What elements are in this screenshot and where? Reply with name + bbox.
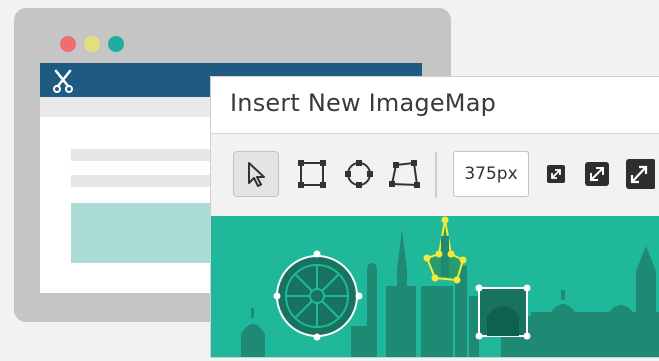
imagemap-canvas[interactable]	[211, 216, 659, 357]
city-skyline-image	[211, 216, 659, 357]
expand-medium-icon	[585, 162, 609, 186]
placeholder-text-line	[71, 175, 221, 187]
rectangle-icon	[298, 160, 326, 188]
expand-large-button[interactable]	[621, 151, 659, 197]
toolbar-separator	[435, 152, 437, 198]
dialog-title: Insert New ImageMap	[230, 89, 497, 117]
expand-small-icon	[547, 165, 565, 183]
minimize-dot[interactable]	[84, 36, 100, 52]
polygon-icon	[389, 160, 420, 188]
pointer-tool[interactable]	[233, 151, 279, 197]
cursor-arrow-icon	[248, 162, 265, 187]
expand-large-icon	[626, 159, 655, 189]
close-dot[interactable]	[60, 36, 76, 52]
circle-icon	[345, 160, 373, 188]
polygon-tool[interactable]	[381, 151, 427, 197]
imagemap-toolbar: 375px	[211, 134, 659, 216]
scissors-icon	[53, 69, 73, 93]
expand-small-button[interactable]	[537, 151, 575, 197]
placeholder-image-block	[71, 203, 226, 263]
width-input[interactable]: 375px	[453, 151, 529, 197]
circle-tool[interactable]	[336, 151, 382, 197]
placeholder-text-line	[71, 149, 221, 161]
rectangle-tool[interactable]	[289, 151, 335, 197]
dome-building-hotspot	[475, 284, 531, 340]
insert-imagemap-dialog: Insert New ImageMap 375px	[210, 76, 659, 358]
expand-medium-button[interactable]	[577, 151, 617, 197]
maximize-dot[interactable]	[108, 36, 124, 52]
